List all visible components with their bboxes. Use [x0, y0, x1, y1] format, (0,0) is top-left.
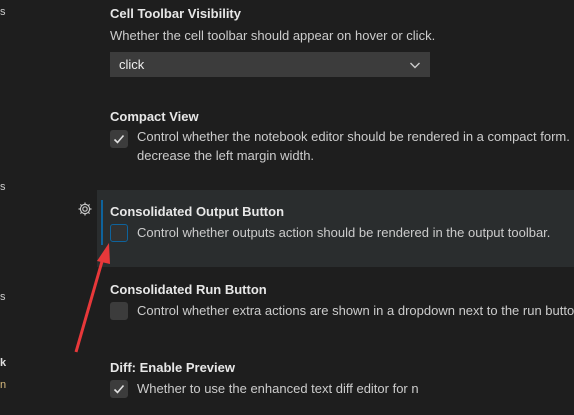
setting-title: Cell Toolbar Visibility	[110, 6, 241, 21]
setting-description: Control whether extra actions are shown …	[137, 303, 574, 318]
setting-title: Consolidated Run Button	[110, 282, 267, 297]
toc-fragment[interactable]: s	[0, 292, 6, 303]
gear-icon[interactable]	[77, 201, 93, 217]
toc-fragment[interactable]: n	[0, 380, 6, 391]
setting-description: Control whether outputs action should be…	[137, 225, 551, 240]
setting-category: Diff:	[110, 360, 140, 375]
check-icon	[113, 134, 125, 144]
toc-fragment[interactable]: k	[0, 358, 6, 369]
setting-compact-view: Compact View	[110, 109, 574, 125]
setting-consolidated-run-button: Consolidated Run Button	[110, 282, 574, 298]
chevron-down-icon	[410, 62, 420, 69]
consolidated-output-button-checkbox[interactable]	[110, 224, 128, 242]
setting-description: Whether the cell toolbar should appear o…	[110, 28, 436, 43]
setting-title: Compact View	[110, 109, 199, 124]
toc-fragment[interactable]: s	[0, 7, 6, 18]
focus-indicator	[101, 200, 103, 245]
cell-toolbar-visibility-select[interactable]: click	[110, 52, 430, 77]
setting-diff-enable-preview: Diff: Enable Preview	[110, 360, 574, 376]
toc-fragment[interactable]: s	[0, 182, 6, 193]
setting-title: Consolidated Output Button	[110, 204, 285, 219]
setting-consolidated-output-button: Consolidated Output Button	[110, 204, 574, 220]
compact-view-checkbox[interactable]	[110, 130, 128, 148]
consolidated-run-button-checkbox[interactable]	[110, 302, 128, 320]
setting-cell-toolbar-visibility: Cell Toolbar Visibility Whether the cell…	[110, 6, 574, 45]
settings-toc: s s s k n	[0, 0, 16, 415]
diff-enable-preview-checkbox[interactable]	[110, 380, 128, 398]
setting-description: Whether to use the enhanced text diff ed…	[137, 381, 419, 396]
check-icon	[113, 384, 125, 394]
setting-title: Diff: Enable Preview	[110, 360, 574, 376]
setting-description-continued: decrease the left margin width.	[137, 148, 315, 163]
select-value: click	[119, 57, 145, 72]
setting-description: Control whether the notebook editor shou…	[137, 129, 570, 144]
setting-name: Enable Preview	[139, 360, 235, 375]
